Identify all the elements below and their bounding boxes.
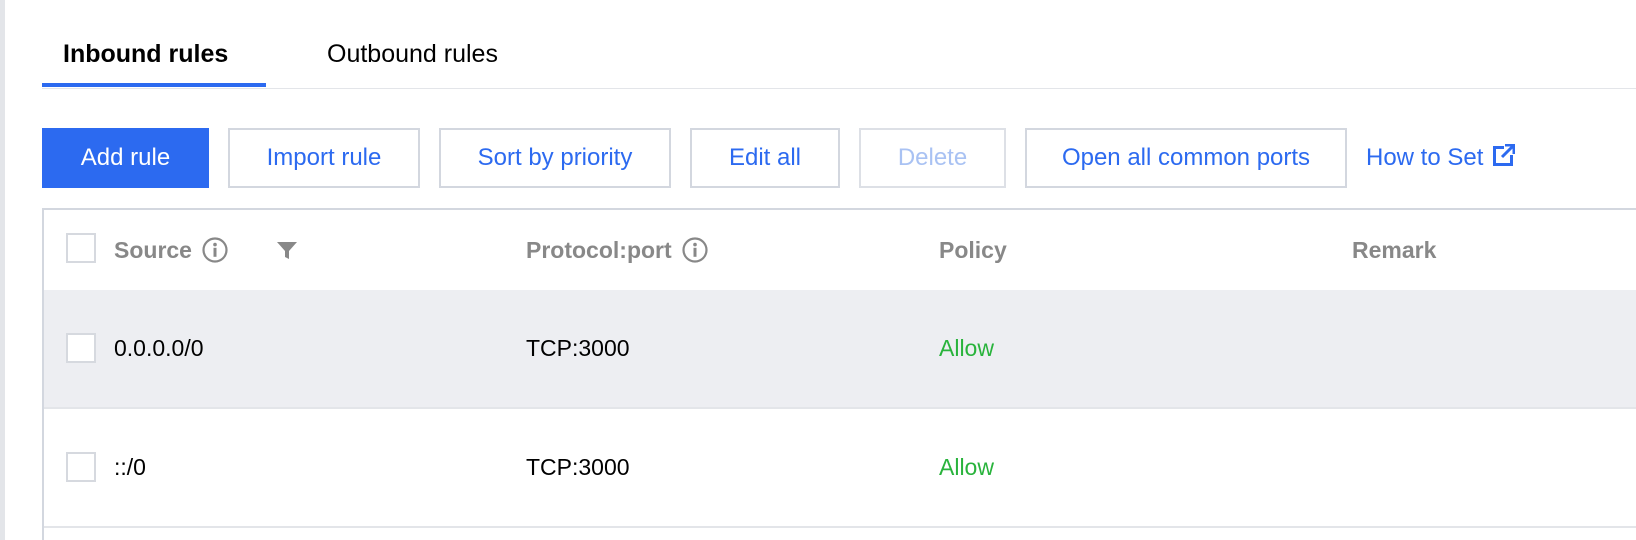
protocol-port-header-label: Protocol:port [526, 236, 672, 263]
table-header: Source Protocol:port Policy Remark [44, 210, 1636, 292]
add-rule-button[interactable]: Add rule [42, 128, 209, 188]
source-cell: 0.0.0.0/0 [114, 335, 204, 361]
open-all-common-ports-button[interactable]: Open all common ports [1025, 128, 1347, 188]
select-all-checkbox[interactable] [66, 233, 96, 263]
filter-icon[interactable] [276, 210, 298, 290]
sort-by-priority-button[interactable]: Sort by priority [439, 128, 671, 188]
info-icon[interactable] [682, 237, 708, 263]
edit-all-button[interactable]: Edit all [690, 128, 840, 188]
rules-table: Source Protocol:port Policy Remark 0.0.0… [42, 208, 1636, 540]
info-icon[interactable] [202, 237, 228, 263]
rule-tabs: Inbound rules Outbound rules [42, 0, 1636, 89]
how-to-set-link[interactable]: How to Set [1366, 128, 1516, 188]
source-cell: ::/0 [114, 454, 146, 480]
tab-outbound-rules[interactable]: Outbound rules [327, 40, 498, 87]
column-header-policy: Policy [939, 236, 1007, 263]
external-link-icon [1483, 143, 1516, 173]
security-group-rules-page: Inbound rules Outbound rules Add rule Im… [0, 0, 1636, 540]
protocol-port-cell: TCP:3000 [526, 335, 630, 361]
column-header-protocol-port: Protocol:port [526, 210, 708, 290]
import-rule-button[interactable]: Import rule [228, 128, 420, 188]
how-to-set-label: How to Set [1366, 144, 1484, 171]
table-row[interactable]: ::/0 TCP:3000 Allow [44, 409, 1636, 528]
left-panel-edge [0, 0, 5, 540]
column-header-source: Source [114, 210, 228, 290]
table-row[interactable]: 0.0.0.0/0 TCP:3000 Allow [44, 290, 1636, 409]
row-checkbox[interactable] [66, 452, 96, 482]
source-header-label: Source [114, 236, 192, 263]
tab-inbound-rules[interactable]: Inbound rules [42, 40, 266, 87]
delete-button[interactable]: Delete [859, 128, 1006, 188]
policy-cell: Allow [939, 454, 994, 480]
policy-cell: Allow [939, 335, 994, 361]
row-checkbox[interactable] [66, 333, 96, 363]
protocol-port-cell: TCP:3000 [526, 454, 630, 480]
column-header-remark: Remark [1352, 236, 1437, 263]
